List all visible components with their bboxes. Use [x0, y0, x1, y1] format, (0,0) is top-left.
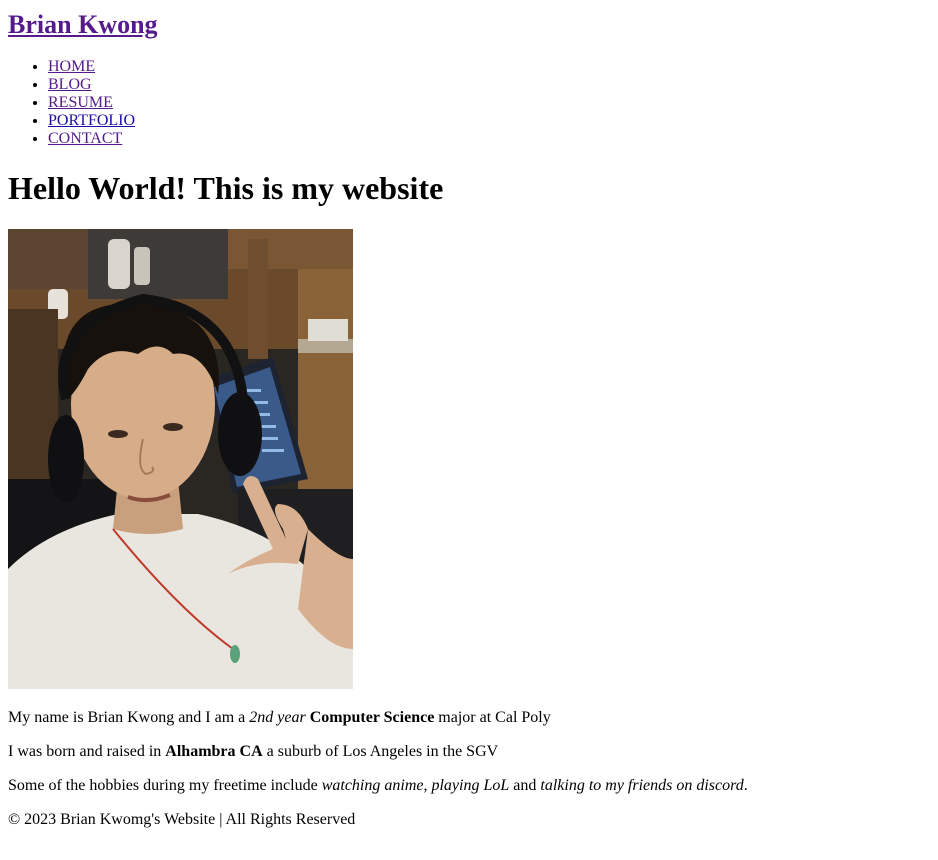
- hobbies-text-1: Some of the hobbies during my freetime i…: [8, 777, 322, 794]
- nav-link-contact[interactable]: CONTACT: [48, 130, 122, 147]
- footer: © 2023 Brian Kwomg's Website | All Right…: [8, 811, 356, 828]
- hobbies-text-4: .: [743, 777, 748, 794]
- hobbies-text-3: and: [509, 777, 541, 794]
- nav-item-blog: BLOG: [48, 76, 135, 94]
- intro-text-3: major at Cal Poly: [434, 709, 551, 726]
- nav-item-resume: RESUME: [48, 94, 135, 112]
- nav-item-contact: CONTACT: [48, 130, 135, 148]
- nav-link-resume[interactable]: RESUME: [48, 94, 113, 111]
- intro-year: 2nd year: [249, 709, 306, 726]
- page-heading: Hello World! This is my website: [8, 170, 444, 206]
- site-title-link[interactable]: Brian Kwong: [8, 10, 158, 39]
- hometown-text-2: a suburb of Los Angeles in the SGV: [262, 743, 499, 760]
- hobby-lol: playing LoL: [431, 777, 510, 794]
- hobby-anime: watching anime: [321, 777, 424, 794]
- hometown-text-1: I was born and raised in: [8, 743, 166, 760]
- nav-link-portfolio[interactable]: PORTFOLIO: [48, 112, 135, 129]
- intro-paragraph: My name is Brian Kwong and I am a 2nd ye…: [8, 709, 551, 727]
- nav-item-home: HOME: [48, 58, 135, 76]
- nav-link-blog[interactable]: BLOG: [48, 76, 92, 93]
- hometown-city: Alhambra CA: [165, 743, 263, 760]
- hobbies-paragraph: Some of the hobbies during my freetime i…: [8, 777, 748, 795]
- profile-photo: [8, 229, 353, 689]
- intro-text-1: My name is Brian Kwong and I am a: [8, 709, 250, 726]
- nav-link-home[interactable]: HOME: [48, 58, 95, 75]
- profile-photo-illustration: [8, 229, 353, 689]
- intro-major: Computer Science: [309, 709, 435, 726]
- hometown-paragraph: I was born and raised in Alhambra CA a s…: [8, 743, 498, 761]
- page: Brian Kwong HOME BLOG RESUME PORTFOLIO C…: [0, 0, 938, 828]
- hobby-discord: talking to my friends on discord: [540, 777, 744, 794]
- nav-item-portfolio: PORTFOLIO: [48, 112, 135, 130]
- site-title: Brian Kwong: [8, 0, 930, 40]
- nav-menu: HOME BLOG RESUME PORTFOLIO CONTACT: [8, 58, 135, 148]
